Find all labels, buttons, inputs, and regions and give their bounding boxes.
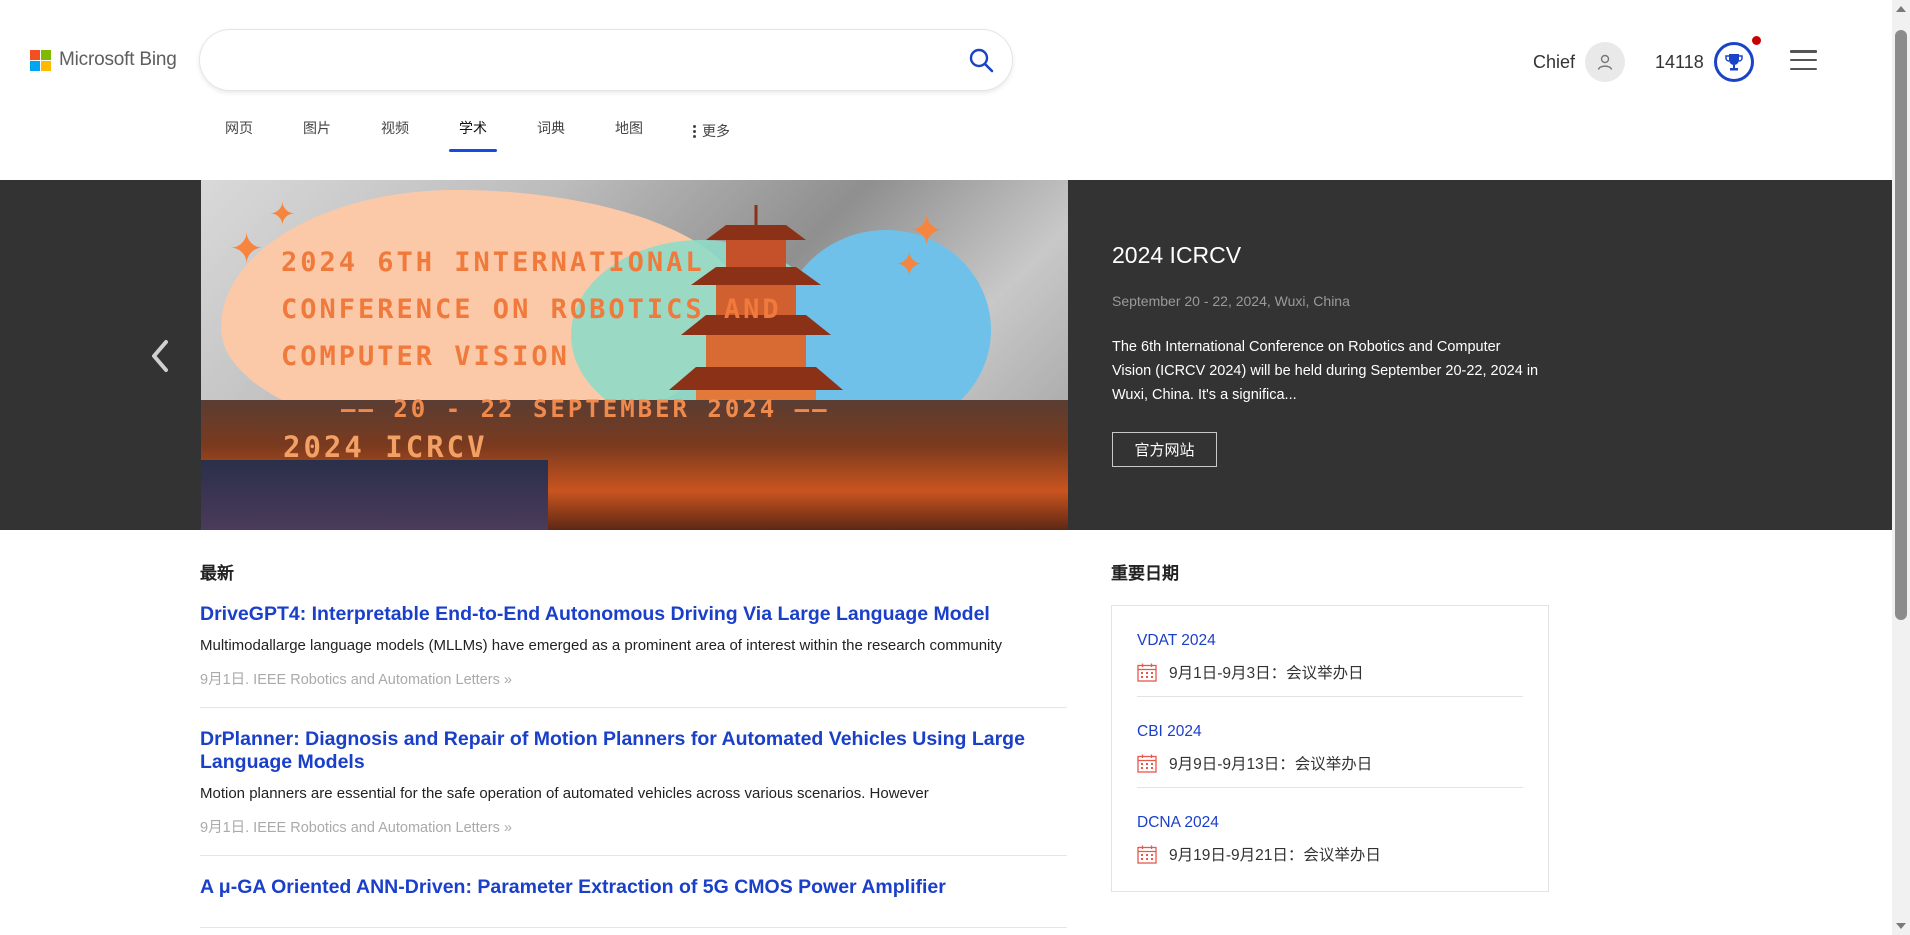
page-scrollbar[interactable] <box>1892 0 1910 935</box>
tab-more[interactable]: 更多 <box>693 110 730 152</box>
microsoft-logo-icon <box>30 49 51 71</box>
date-item: VDAT 2024 9月1日-9月3日：会议举办日 <box>1137 606 1523 697</box>
sparkle-icon: ✦ <box>269 196 296 232</box>
rewards-button[interactable]: 14118 <box>1655 42 1754 82</box>
date-row: 9月1日-9月3日：会议举办日 <box>1137 661 1523 683</box>
tab-maps[interactable]: 地图 <box>615 110 643 152</box>
bing-logo[interactable]: Microsoft Bing <box>30 49 177 71</box>
conference-banner-image[interactable]: ✦ ✦ ✦ ✦ 2024 6TH INTERNATIONAL CONFERENC… <box>201 180 1068 530</box>
more-icon <box>693 124 696 138</box>
article-snippet: Multimodallarge language models (MLLMs) … <box>200 637 1003 654</box>
banner-water <box>201 460 548 530</box>
conference-link[interactable]: DCNA 2024 <box>1137 814 1523 832</box>
scroll-down-icon[interactable] <box>1896 923 1906 929</box>
notification-dot <box>1752 36 1761 45</box>
conference-date: September 20 - 22, 2024, Wuxi, China <box>1112 293 1350 309</box>
conference-link[interactable]: VDAT 2024 <box>1137 632 1523 650</box>
tab-videos[interactable]: 视频 <box>381 110 409 152</box>
article-meta[interactable]: 9月1日. IEEE Robotics and Automation Lette… <box>200 816 1067 837</box>
calendar-icon <box>1137 663 1157 682</box>
sparkle-icon: ✦ <box>229 225 265 272</box>
date-item: DCNA 2024 9月19日-9月21日：会议举办日 <box>1137 788 1523 879</box>
tab-dictionary[interactable]: 词典 <box>537 110 565 152</box>
trophy-icon <box>1713 42 1754 82</box>
date-item: CBI 2024 9月9日-9月13日：会议举办日 <box>1137 697 1523 788</box>
calendar-icon <box>1137 754 1157 773</box>
date-text: 9月9日-9月13日：会议举办日 <box>1169 756 1373 773</box>
logo-text: Microsoft Bing <box>59 49 177 70</box>
conference-description: The 6th International Conference on Robo… <box>1112 339 1539 403</box>
article-title-link[interactable]: DriveGPT4: Interpretable End-to-End Auto… <box>200 603 1067 626</box>
conference-carousel: ✦ ✦ ✦ ✦ 2024 6TH INTERNATIONAL CONFERENC… <box>0 180 1892 530</box>
article-title-link[interactable]: DrPlanner: Diagnosis and Repair of Motio… <box>200 728 1067 774</box>
date-row: 9月9日-9月13日：会议举办日 <box>1137 752 1523 774</box>
date-text: 9月1日-9月3日：会议举办日 <box>1169 665 1364 682</box>
conference-link[interactable]: CBI 2024 <box>1137 723 1523 741</box>
article-item: DriveGPT4: Interpretable End-to-End Auto… <box>200 603 1067 708</box>
search-box <box>200 30 1012 90</box>
date-text: 9月19日-9月21日：会议举办日 <box>1169 847 1381 864</box>
search-tabs: 网页 图片 视频 学术 词典 地图 更多 <box>200 110 755 152</box>
article-item: A μ-GA Oriented ANN-Driven: Parameter Ex… <box>200 876 1067 928</box>
date-row: 9月19日-9月21日：会议举办日 <box>1137 843 1523 865</box>
user-account[interactable]: Chief <box>1533 42 1626 82</box>
banner-text: 2024 6TH INTERNATIONAL <box>281 247 705 278</box>
banner-text: CONFERENCE ON ROBOTICS AND <box>281 294 782 325</box>
rewards-points: 14118 <box>1655 51 1704 72</box>
official-website-button[interactable]: 官方网站 <box>1112 432 1217 467</box>
tab-more-label: 更多 <box>702 123 730 139</box>
article-snippet: Motion planners are essential for the sa… <box>200 785 929 802</box>
tab-images[interactable]: 图片 <box>303 110 331 152</box>
scroll-up-icon[interactable] <box>1896 6 1906 12</box>
banner-text: 2024 ICRCV <box>283 430 488 464</box>
chevron-left-icon[interactable] <box>146 336 174 376</box>
scrollbar-thumb[interactable] <box>1895 30 1907 620</box>
user-icon <box>1585 42 1626 82</box>
article-meta[interactable]: 9月1日. IEEE Robotics and Automation Lette… <box>200 668 1067 689</box>
user-name: Chief <box>1533 51 1576 72</box>
sparkle-icon: ✦ <box>895 246 924 284</box>
article-item: DrPlanner: Diagnosis and Repair of Motio… <box>200 728 1067 856</box>
search-icon[interactable] <box>968 47 994 73</box>
latest-articles: DriveGPT4: Interpretable End-to-End Auto… <box>200 603 1067 935</box>
banner-text: —— 20 - 22 SEPTEMBER 2024 —— <box>341 395 830 423</box>
important-dates-panel: VDAT 2024 9月1日-9月3日：会议举办日 CBI 2024 9月9日-… <box>1111 605 1549 892</box>
calendar-icon <box>1137 845 1157 864</box>
banner-text: COMPUTER VISION <box>281 341 570 372</box>
tab-academic[interactable]: 学术 <box>449 110 497 152</box>
search-input[interactable] <box>224 42 924 78</box>
important-dates-heading: 重要日期 <box>1111 564 1179 583</box>
latest-heading: 最新 <box>200 564 234 583</box>
tab-web[interactable]: 网页 <box>225 110 253 152</box>
conference-title: 2024 ICRCV <box>1112 242 1242 268</box>
article-title-link[interactable]: A μ-GA Oriented ANN-Driven: Parameter Ex… <box>200 876 1067 899</box>
menu-icon[interactable] <box>1790 50 1817 70</box>
